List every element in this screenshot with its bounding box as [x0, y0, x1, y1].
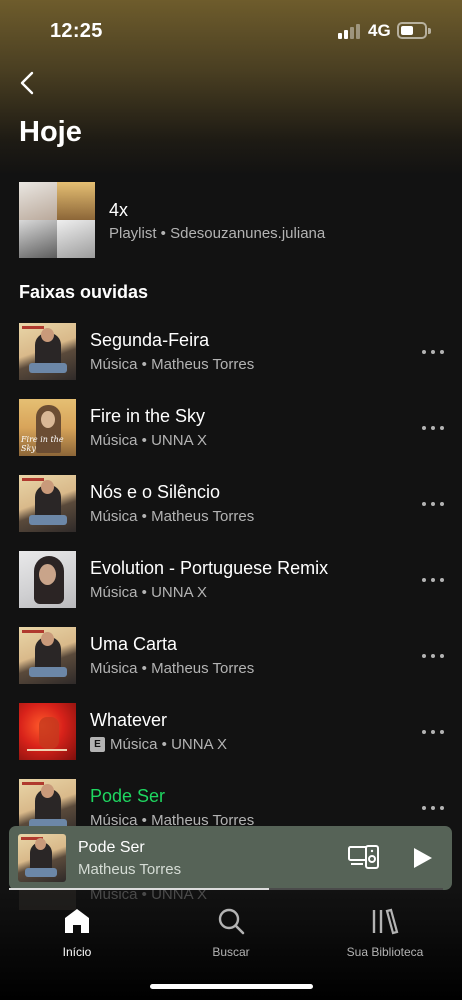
home-indicator [150, 984, 313, 989]
track-row[interactable]: Segunda-Feira Música • Matheus Torres [19, 323, 449, 381]
status-bar: 12:25 4G [0, 0, 462, 60]
track-subtitle: Música • Matheus Torres [90, 508, 255, 525]
track-cover [19, 323, 76, 380]
signal-icon [338, 23, 362, 39]
track-title: Fire in the Sky [90, 406, 206, 426]
nav-item-library[interactable]: Sua Biblioteca [325, 906, 445, 959]
track-subtitle-row: E Música • UNNA X [90, 736, 227, 753]
bottom-nav: Início Buscar Sua Biblioteca [0, 900, 462, 970]
track-title: Evolution - Portuguese Remix [90, 558, 329, 578]
track-row[interactable]: Evolution - Portuguese Remix Música • UN… [19, 551, 449, 609]
more-options-icon[interactable] [422, 343, 444, 361]
nav-item-search[interactable]: Buscar [171, 906, 291, 959]
battery-icon [397, 22, 431, 39]
connect-device-icon[interactable] [347, 844, 381, 872]
track-title: Nós e o Silêncio [90, 482, 221, 502]
more-options-icon[interactable] [422, 799, 444, 817]
track-title: Whatever [90, 710, 168, 730]
network-type: 4G [368, 21, 391, 40]
mini-player-cover [18, 834, 66, 882]
more-options-icon[interactable] [422, 723, 444, 741]
mini-player-artist: Matheus Torres [78, 861, 182, 878]
mini-player-title: Pode Ser [78, 839, 145, 856]
track-subtitle: Música • UNNA X [110, 736, 227, 753]
track-subtitle: Música • Matheus Torres [90, 356, 255, 373]
track-cover [19, 551, 76, 608]
track-row[interactable]: Uma Carta Música • Matheus Torres [19, 627, 449, 685]
nav-label: Sua Biblioteca [346, 945, 424, 959]
more-options-icon[interactable] [422, 571, 444, 589]
search-icon [218, 908, 245, 935]
track-title: Segunda-Feira [90, 330, 210, 350]
track-row[interactable]: Whatever E Música • UNNA X [19, 703, 449, 761]
track-cover [19, 627, 76, 684]
playlist-subtitle: Playlist • Sdesouzanunes.juliana [109, 225, 326, 242]
home-icon [65, 909, 89, 933]
nav-label: Início [62, 945, 92, 959]
track-cover [19, 475, 76, 532]
track-subtitle: Música • UNNA X [90, 584, 207, 601]
track-row[interactable]: Nós e o Silêncio Música • Matheus Torres [19, 475, 449, 533]
track-row[interactable]: Fire in the Sky Fire in the Sky Música •… [19, 399, 449, 457]
track-subtitle: Música • UNNA X [90, 432, 207, 449]
track-cover [19, 703, 76, 760]
mini-player[interactable]: Pode Ser Matheus Torres [9, 826, 452, 890]
more-options-icon[interactable] [422, 419, 444, 437]
track-subtitle: Música • Matheus Torres [90, 660, 255, 677]
explicit-badge: E [90, 737, 105, 752]
playlist-title: 4x [109, 200, 129, 220]
nav-label: Buscar [212, 945, 250, 959]
track-title: Pode Ser [90, 786, 166, 806]
more-options-icon[interactable] [422, 495, 444, 513]
playlist-item[interactable]: 4x Playlist • Sdesouzanunes.juliana [19, 182, 439, 258]
library-icon [372, 908, 399, 935]
nav-item-home[interactable]: Início [17, 906, 137, 959]
chevron-left-icon [20, 71, 34, 95]
track-title: Uma Carta [90, 634, 178, 654]
back-button[interactable] [12, 66, 42, 100]
play-icon[interactable] [409, 845, 435, 871]
section-title: Faixas ouvidas [19, 282, 149, 302]
more-options-icon[interactable] [422, 647, 444, 665]
playlist-cover [19, 182, 95, 258]
track-cover: Fire in the Sky [19, 399, 76, 456]
page-title: Hoje [19, 116, 82, 148]
status-time: 12:25 [50, 20, 103, 42]
